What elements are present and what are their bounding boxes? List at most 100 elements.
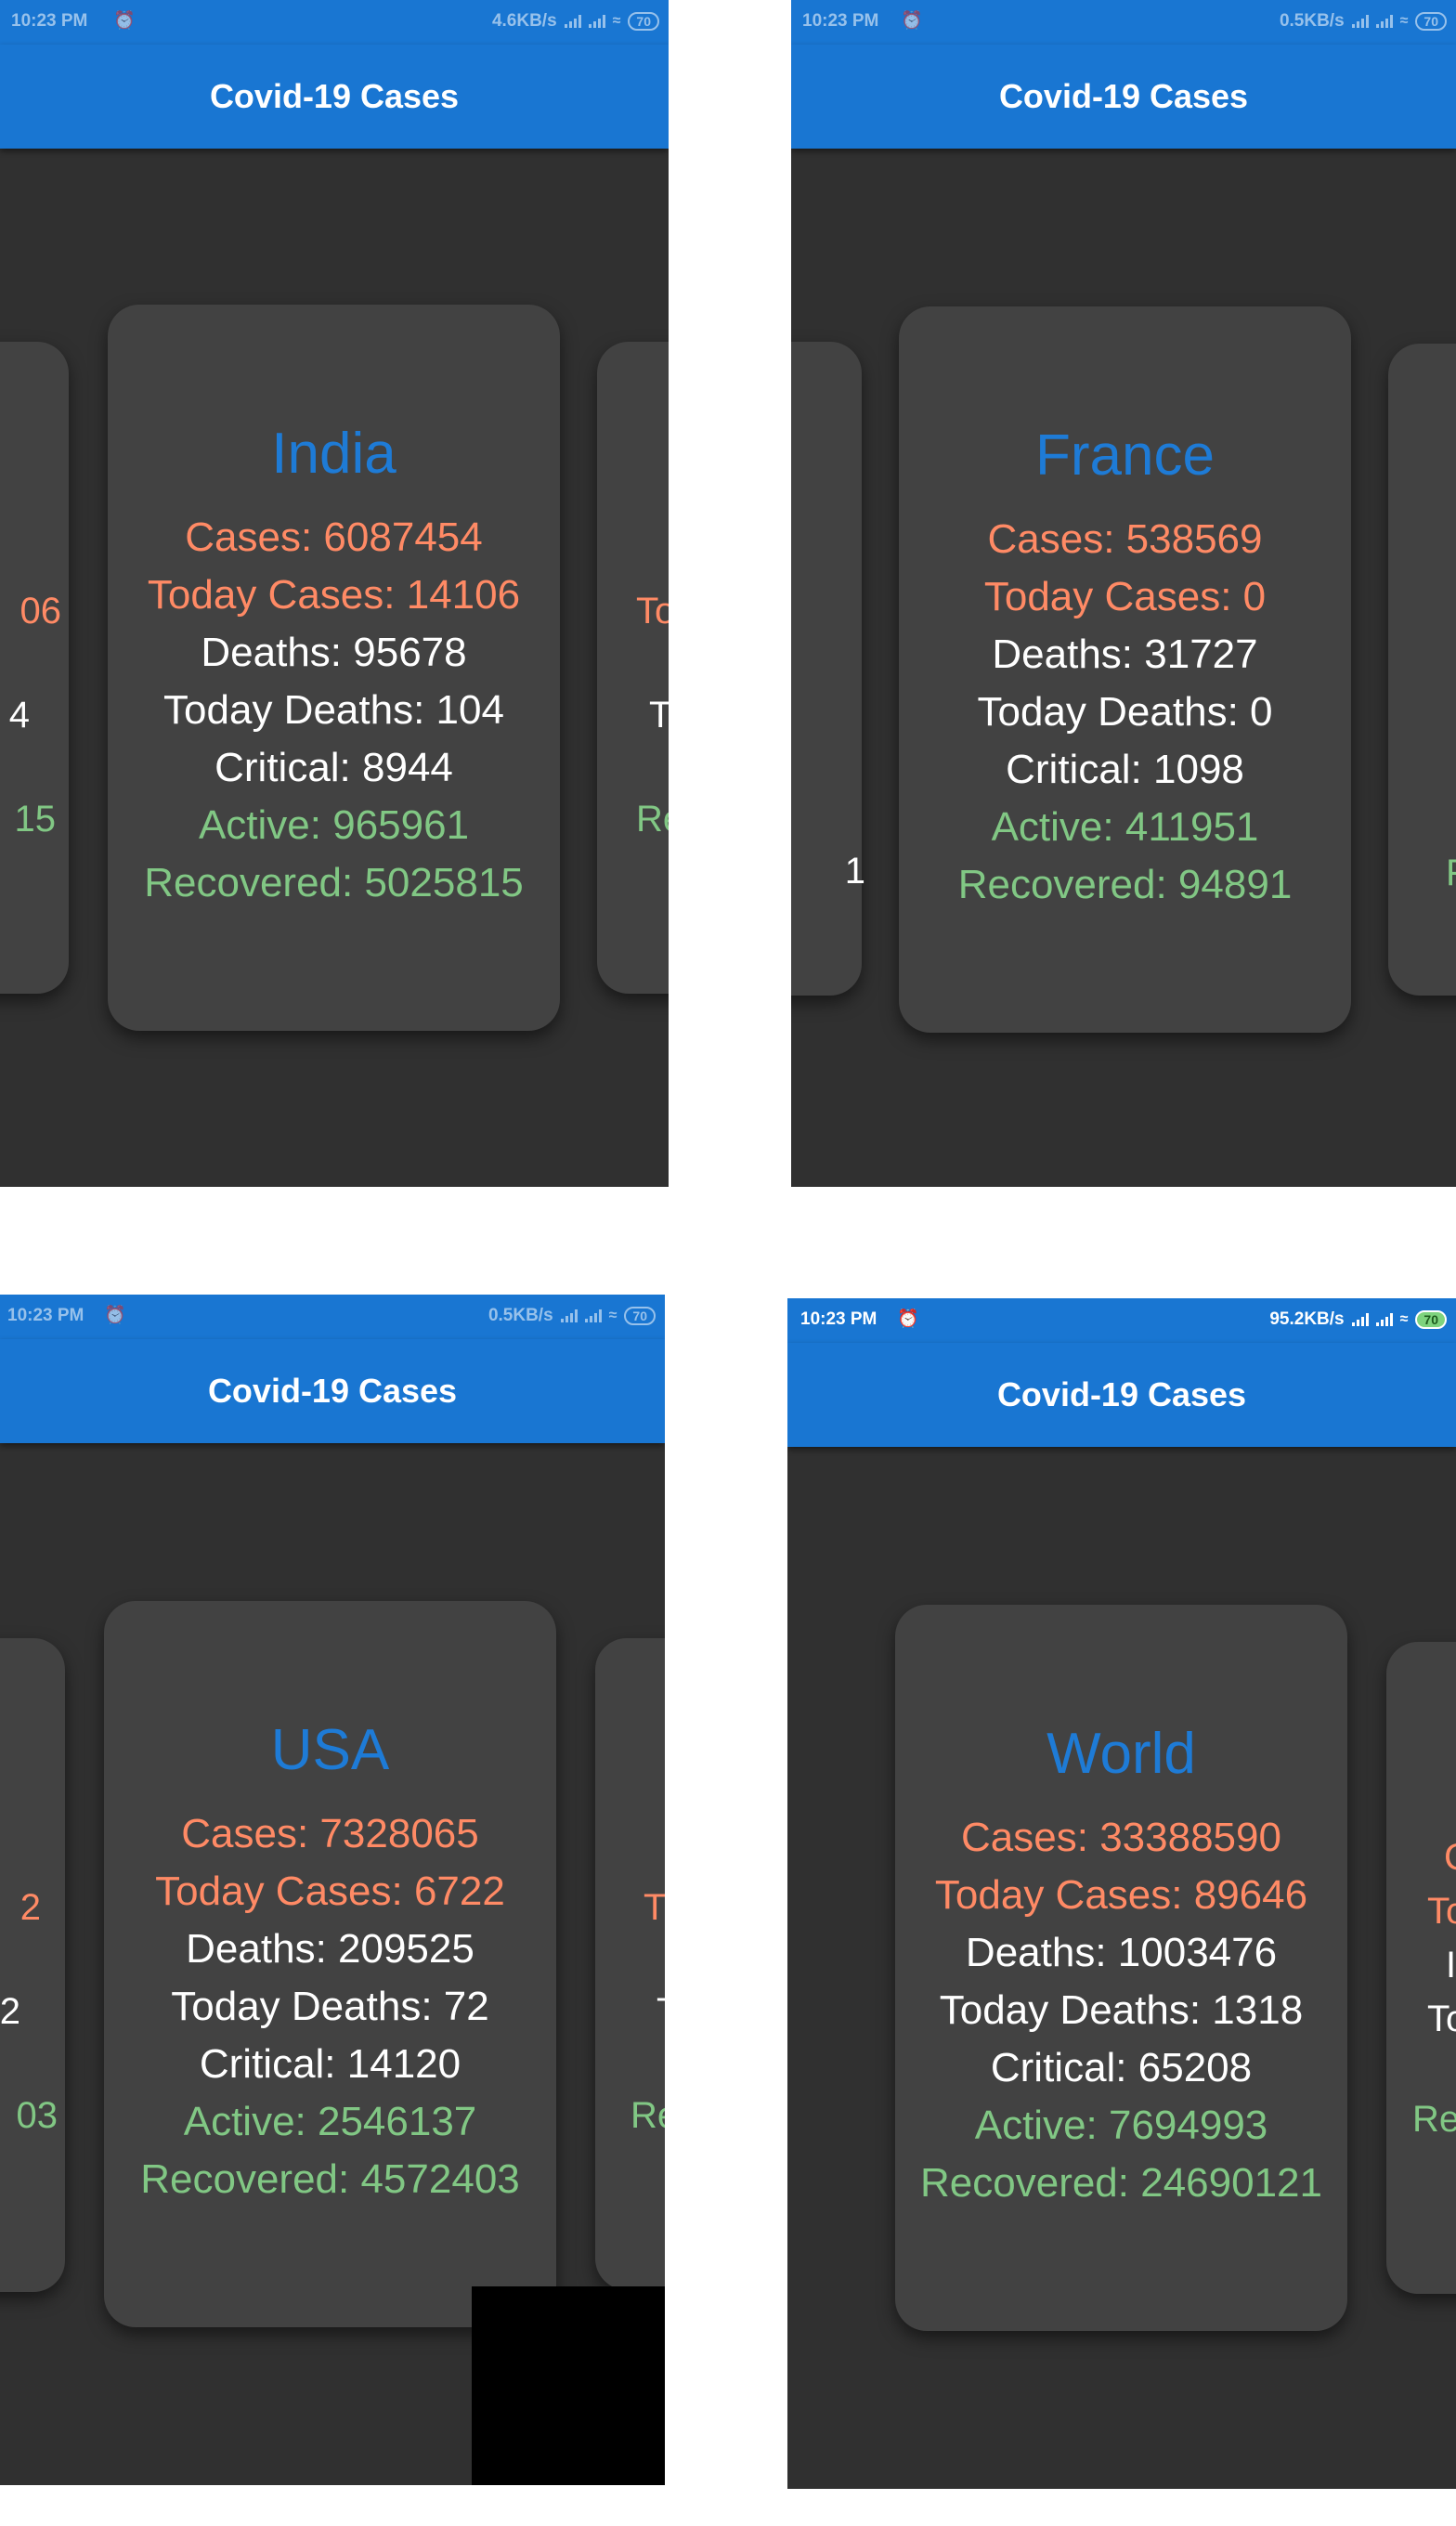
- peek-text: To: [1427, 1999, 1456, 2039]
- recovered-text: Recovered: 24690121: [920, 2160, 1322, 2206]
- network-speed: 0.5KB/s: [488, 1306, 553, 1325]
- critical-text: Critical: 8944: [214, 745, 453, 790]
- signal-icon: [584, 1309, 602, 1322]
- peek-text: F: [1446, 853, 1456, 894]
- country-card[interactable]: India Cases: 6087454 Today Cases: 14106 …: [108, 305, 560, 1031]
- deaths-text: Deaths: 1003476: [965, 1930, 1278, 1975]
- battery-icon: 70: [628, 12, 659, 31]
- alarm-icon: ⏰: [901, 11, 923, 31]
- country-card[interactable]: World Cases: 33388590 Today Cases: 89646…: [895, 1605, 1347, 2331]
- country-name: USA: [270, 1718, 390, 1782]
- recovered-text: Recovered: 94891: [957, 862, 1293, 907]
- cases-text: Cases: 538569: [987, 516, 1263, 562]
- status-indicators: 0.5KB/s ≈ 70: [488, 1306, 656, 1326]
- peek-text: 15: [14, 799, 57, 840]
- signal-icon: [564, 15, 581, 28]
- side-card-left[interactable]: 2 2 03: [0, 1638, 65, 2292]
- peek-text: 2: [20, 1887, 41, 1928]
- app-title: Covid-19 Cases: [998, 77, 1249, 115]
- side-card-right[interactable]: F: [1388, 344, 1456, 996]
- app-title: Covid-19 Cases: [207, 1372, 458, 1410]
- network-speed: 4.6KB/s: [491, 11, 557, 31]
- deaths-text: Deaths: 209525: [186, 1926, 474, 1972]
- battery-icon: 70: [1415, 12, 1447, 31]
- signal-icon: [1375, 15, 1393, 28]
- peek-text: T: [649, 695, 669, 736]
- side-card-right[interactable]: C To I To Re: [1386, 1642, 1456, 2294]
- battery-icon: 70: [1415, 1310, 1447, 1329]
- active-text: Active: 411951: [991, 804, 1259, 850]
- country-name: World: [1046, 1722, 1196, 1786]
- signal-icon: [1351, 1313, 1369, 1326]
- critical-text: Critical: 1098: [1006, 747, 1244, 792]
- screen-france: 10:23 PM ⏰ 0.5KB/s ≈ 70 Covid-19 Cases 1…: [791, 0, 1456, 1187]
- today-deaths-text: Today Deaths: 72: [171, 1984, 489, 2029]
- deaths-text: Deaths: 95678: [201, 630, 467, 675]
- wifi-icon: ≈: [1399, 1311, 1409, 1327]
- side-card-right[interactable]: To T Re: [597, 342, 669, 994]
- peek-text: Re: [630, 2095, 665, 2136]
- peek-text: 1: [844, 851, 865, 892]
- critical-text: Critical: 14120: [199, 2041, 462, 2087]
- peek-text: I: [1446, 1945, 1456, 1986]
- cases-text: Cases: 7328065: [181, 1811, 479, 1856]
- country-name: France: [1035, 423, 1215, 488]
- country-card[interactable]: USA Cases: 7328065 Today Cases: 6722 Dea…: [104, 1601, 556, 2327]
- network-speed: 95.2KB/s: [1269, 1309, 1345, 1329]
- wifi-icon: ≈: [608, 1308, 618, 1323]
- active-text: Active: 965961: [198, 802, 470, 848]
- today-cases-text: Today Cases: 89646: [934, 1872, 1308, 1918]
- country-card[interactable]: France Cases: 538569 Today Cases: 0 Deat…: [899, 306, 1351, 1033]
- side-card-right[interactable]: T T Re: [595, 1638, 665, 2290]
- today-cases-text: Today Cases: 0: [983, 574, 1267, 619]
- signal-icon: [560, 1309, 578, 1322]
- signal-icon: [588, 15, 605, 28]
- status-bar: 10:23 PM ⏰ 95.2KB/s ≈ 70: [787, 1298, 1456, 1343]
- country-name: India: [271, 422, 396, 486]
- app-bar: Covid-19 Cases: [791, 45, 1456, 149]
- recovered-text: Recovered: 4572403: [140, 2156, 520, 2202]
- status-indicators: 95.2KB/s ≈ 70: [1269, 1309, 1447, 1330]
- critical-text: Critical: 65208: [990, 2045, 1253, 2090]
- today-cases-text: Today Cases: 14106: [147, 572, 521, 618]
- peek-text: 2: [0, 1991, 20, 2032]
- screen-india: 10:23 PM ⏰ 4.6KB/s ≈ 70 Covid-19 Cases 0…: [0, 0, 669, 1187]
- peek-text: C: [1444, 1837, 1456, 1879]
- screen-usa: 10:23 PM ⏰ 0.5KB/s ≈ 70 Covid-19 Cases 2…: [0, 1295, 665, 2485]
- wifi-icon: ≈: [612, 13, 621, 29]
- signal-icon: [1351, 15, 1369, 28]
- cases-text: Cases: 33388590: [961, 1815, 1281, 1860]
- peek-text: T: [644, 1887, 665, 1928]
- recovered-text: Recovered: 5025815: [144, 860, 524, 905]
- today-deaths-text: Today Deaths: 0: [977, 689, 1273, 735]
- active-text: Active: 7694993: [974, 2103, 1268, 2148]
- battery-icon: 70: [624, 1307, 656, 1325]
- peek-text: Re: [636, 799, 669, 840]
- peek-text: 03: [16, 2095, 58, 2136]
- black-overlay: [472, 2286, 665, 2485]
- app-title: Covid-19 Cases: [996, 1375, 1247, 1413]
- peek-text: 4: [8, 695, 30, 736]
- alarm-icon: ⏰: [104, 1306, 126, 1325]
- deaths-text: Deaths: 31727: [992, 632, 1258, 677]
- app-bar: Covid-19 Cases: [0, 1339, 665, 1443]
- alarm-icon: ⏰: [897, 1309, 919, 1329]
- status-indicators: 4.6KB/s ≈ 70: [492, 11, 659, 32]
- side-card-left[interactable]: 06 4 15: [0, 342, 69, 994]
- peek-text: T: [656, 1991, 665, 2033]
- status-bar: 10:23 PM ⏰ 0.5KB/s ≈ 70: [791, 0, 1456, 45]
- screen-world: 10:23 PM ⏰ 95.2KB/s ≈ 70 Covid-19 Cases …: [787, 1298, 1456, 2489]
- peek-text: 06: [20, 591, 62, 632]
- alarm-icon: ⏰: [113, 11, 136, 31]
- status-bar: 10:23 PM ⏰ 0.5KB/s ≈ 70: [0, 1295, 665, 1339]
- side-card-left[interactable]: 1: [791, 342, 865, 996]
- today-cases-text: Today Cases: 6722: [155, 1868, 505, 1914]
- app-title: Covid-19 Cases: [209, 77, 460, 115]
- active-text: Active: 2546137: [183, 2099, 477, 2144]
- peek-text: To: [636, 591, 669, 632]
- status-time: 10:23 PM: [7, 1306, 84, 1325]
- peek-text: To: [1427, 1891, 1456, 1932]
- today-deaths-text: Today Deaths: 104: [163, 687, 504, 733]
- peek-text: Re: [1412, 2099, 1456, 2140]
- status-indicators: 0.5KB/s ≈ 70: [1280, 11, 1447, 32]
